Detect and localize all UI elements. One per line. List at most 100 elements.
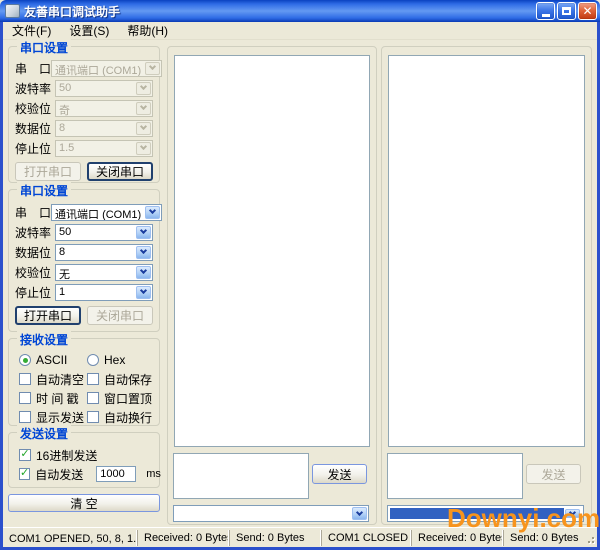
port2-settings-group: 串口设置 串 口 通讯端口 (COM1) 波特率 50 bbox=[8, 189, 160, 332]
port2-group-title: 串口设置 bbox=[17, 182, 71, 199]
port1-databits-label: 数据位 bbox=[15, 120, 55, 137]
menu-settings[interactable]: 设置(S) bbox=[60, 21, 118, 40]
panel1-history-value bbox=[174, 506, 351, 521]
checkbox-icon: ✓ bbox=[19, 392, 31, 404]
timestamp-checkbox[interactable]: ✓ 时 间 戳 bbox=[19, 391, 87, 405]
port1-open-button[interactable]: 打开串口 bbox=[15, 162, 81, 181]
window-title: 友善串口调试助手 bbox=[24, 3, 536, 20]
panel2-receive-area[interactable] bbox=[388, 55, 585, 447]
port1-com-select[interactable]: 通讯端口 (COM1) bbox=[51, 60, 162, 77]
port2-com-label: 串 口 bbox=[15, 204, 51, 221]
port1-stopbits-value: 1.5 bbox=[56, 141, 135, 156]
port1-close-button[interactable]: 关闭串口 bbox=[87, 162, 153, 181]
chevron-down-icon[interactable] bbox=[145, 206, 160, 219]
port1-baud-value: 50 bbox=[56, 81, 135, 96]
port2-databits-value: 8 bbox=[56, 245, 135, 260]
port2-parity-label: 校验位 bbox=[15, 264, 55, 281]
window-controls: ✕ bbox=[536, 2, 597, 20]
port2-open-button[interactable]: 打开串口 bbox=[15, 306, 81, 325]
port1-stopbits-label: 停止位 bbox=[15, 140, 55, 157]
auto-clear-checkbox[interactable]: ✓ 自动清空 bbox=[19, 372, 87, 386]
timestamp-label: 时 间 戳 bbox=[36, 390, 79, 407]
chevron-down-icon[interactable] bbox=[145, 62, 160, 75]
checkbox-icon: ✓ bbox=[19, 449, 31, 461]
clear-button[interactable]: 清 空 bbox=[8, 494, 160, 512]
receive-settings-group: 接收设置 ASCII Hex ✓ 自动清空 ✓ 自动保存 bbox=[8, 338, 160, 426]
radio-icon bbox=[19, 354, 31, 366]
checkbox-icon: ✓ bbox=[87, 411, 99, 423]
minimize-button[interactable] bbox=[536, 2, 555, 20]
port1-parity-value: 奇 bbox=[56, 101, 135, 116]
port2-com-select[interactable]: 通讯端口 (COM1) bbox=[51, 204, 162, 221]
close-button[interactable]: ✕ bbox=[578, 2, 597, 20]
chevron-down-icon[interactable] bbox=[136, 246, 151, 259]
panel1-history-select[interactable] bbox=[173, 505, 369, 522]
hex-radio[interactable]: Hex bbox=[87, 353, 155, 367]
titlebar[interactable]: 友善串口调试助手 ✕ bbox=[0, 0, 600, 22]
port1-stopbits-select[interactable]: 1.5 bbox=[55, 140, 153, 157]
auto-newline-checkbox[interactable]: ✓ 自动换行 bbox=[87, 410, 155, 424]
chevron-down-icon[interactable] bbox=[136, 286, 151, 299]
port1-databits-select[interactable]: 8 bbox=[55, 120, 153, 137]
port2-databits-select[interactable]: 8 bbox=[55, 244, 153, 261]
chevron-down-icon[interactable] bbox=[136, 82, 151, 95]
port2-baud-label: 波特率 bbox=[15, 224, 55, 241]
auto-send-row: ✓ 自动发送 ms bbox=[19, 467, 155, 481]
port1-com-label: 串 口 bbox=[15, 60, 51, 77]
close-icon: ✕ bbox=[582, 5, 592, 17]
panel1-send-button[interactable]: 发送 bbox=[312, 464, 367, 484]
chevron-down-icon[interactable] bbox=[136, 122, 151, 135]
chevron-down-icon[interactable] bbox=[136, 226, 151, 239]
app-icon bbox=[5, 4, 20, 18]
hex-send-checkbox[interactable]: ✓ 16进制发送 bbox=[19, 448, 155, 462]
port2-stopbits-select[interactable]: 1 bbox=[55, 284, 153, 301]
chevron-down-icon[interactable] bbox=[136, 142, 151, 155]
port1-parity-select[interactable]: 奇 bbox=[55, 100, 153, 117]
port2-baud-value: 50 bbox=[56, 225, 135, 240]
maximize-button[interactable] bbox=[557, 2, 576, 20]
port1-buttons: 打开串口 关闭串口 bbox=[15, 162, 153, 181]
resize-grip-icon[interactable] bbox=[583, 532, 595, 544]
chevron-down-icon[interactable] bbox=[352, 507, 367, 520]
panel2-history-select[interactable] bbox=[387, 505, 584, 522]
port2-parity-select[interactable]: 无 bbox=[55, 264, 153, 281]
chevron-down-icon[interactable] bbox=[136, 102, 151, 115]
auto-save-checkbox[interactable]: ✓ 自动保存 bbox=[87, 372, 155, 386]
checkbox-icon: ✓ bbox=[87, 392, 99, 404]
checkbox-icon: ✓ bbox=[19, 411, 31, 423]
auto-send-interval-input[interactable] bbox=[96, 466, 136, 482]
radio-icon bbox=[87, 354, 99, 366]
auto-send-label: 自动发送 bbox=[35, 466, 83, 483]
send-settings-group: 发送设置 ✓ 16进制发送 ✓ 自动发送 ms bbox=[8, 432, 160, 488]
hex-send-label: 16进制发送 bbox=[36, 447, 97, 464]
panel1-receive-area[interactable] bbox=[174, 55, 370, 447]
show-send-checkbox[interactable]: ✓ 显示发送 bbox=[19, 410, 87, 424]
menu-file[interactable]: 文件(F) bbox=[3, 21, 60, 40]
port1-baud-select[interactable]: 50 bbox=[55, 80, 153, 97]
menu-help[interactable]: 帮助(H) bbox=[118, 21, 177, 40]
panel1-send-input[interactable] bbox=[173, 453, 309, 499]
panel2-send-button[interactable]: 发送 bbox=[526, 464, 581, 484]
status-port1: COM1 OPENED, 50, 8, 1.5, 奇 bbox=[3, 530, 137, 546]
panel2-send-input[interactable] bbox=[387, 453, 523, 499]
main-content: 串口设置 串 口 通讯端口 (COM1) 波特率 50 bbox=[3, 41, 597, 527]
chevron-down-icon[interactable] bbox=[565, 509, 580, 518]
port2-parity-value: 无 bbox=[56, 265, 135, 280]
always-on-top-checkbox[interactable]: ✓ 窗口置顶 bbox=[87, 391, 155, 405]
port2-close-button[interactable]: 关闭串口 bbox=[87, 306, 153, 325]
maximize-icon bbox=[562, 7, 571, 15]
auto-send-checkbox[interactable]: ✓ bbox=[19, 468, 30, 480]
auto-clear-label: 自动清空 bbox=[36, 371, 84, 388]
port1-settings-group: 串口设置 串 口 通讯端口 (COM1) 波特率 50 bbox=[8, 46, 160, 183]
port1-com-row: 串 口 通讯端口 (COM1) bbox=[15, 60, 153, 76]
port2-com-value: 通讯端口 (COM1) bbox=[52, 205, 144, 220]
port2-stopbits-row: 停止位 1 bbox=[15, 284, 153, 300]
port2-baud-select[interactable]: 50 bbox=[55, 224, 153, 241]
chevron-down-icon[interactable] bbox=[136, 266, 151, 279]
receive-group-title: 接收设置 bbox=[17, 331, 71, 348]
status-port2-send: Send: 0 Bytes bbox=[503, 530, 581, 546]
auto-newline-label: 自动换行 bbox=[104, 409, 152, 426]
ascii-radio[interactable]: ASCII bbox=[19, 353, 87, 367]
port2-databits-row: 数据位 8 bbox=[15, 244, 153, 260]
port2-parity-row: 校验位 无 bbox=[15, 264, 153, 280]
